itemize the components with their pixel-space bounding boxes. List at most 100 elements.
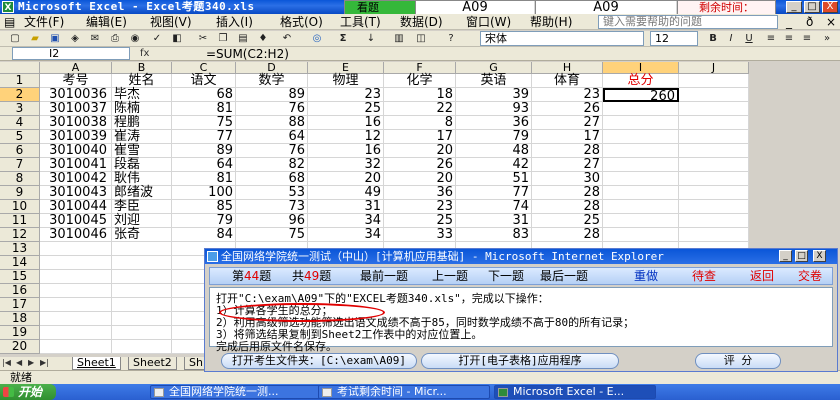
- table-cell[interactable]: 陈楠: [112, 102, 172, 116]
- table-cell[interactable]: 85: [172, 200, 236, 214]
- row-header[interactable]: 5: [0, 130, 40, 144]
- row-header[interactable]: 14: [0, 256, 40, 270]
- table-cell[interactable]: 28: [532, 186, 603, 200]
- excel-menu-icon[interactable]: ▤: [4, 15, 15, 29]
- table-cell[interactable]: 崔涛: [112, 130, 172, 144]
- table-cell[interactable]: 崔雪: [112, 144, 172, 158]
- table-cell[interactable]: [112, 270, 172, 284]
- table-cell[interactable]: [112, 242, 172, 256]
- table-cell[interactable]: [112, 340, 172, 354]
- menu-data[interactable]: 数据(D): [400, 15, 443, 29]
- table-cell[interactable]: [679, 172, 749, 186]
- table-cell[interactable]: [679, 130, 749, 144]
- table-cell[interactable]: 30: [532, 172, 603, 186]
- table-cell[interactable]: 3010045: [40, 214, 112, 228]
- formula-input[interactable]: =SUM(C2:H2): [206, 47, 289, 61]
- format-painter-icon[interactable]: ♦: [256, 32, 270, 45]
- table-cell[interactable]: 17: [532, 130, 603, 144]
- table-cell[interactable]: 25: [308, 102, 384, 116]
- table-cell[interactable]: [40, 270, 112, 284]
- table-cell[interactable]: 25: [384, 214, 456, 228]
- row-header[interactable]: 16: [0, 284, 40, 298]
- table-cell[interactable]: 3010040: [40, 144, 112, 158]
- grade-button[interactable]: 评 分: [695, 353, 781, 369]
- row-header[interactable]: 1: [0, 74, 40, 88]
- row-header[interactable]: 7: [0, 158, 40, 172]
- menu-tools[interactable]: 工具(T): [340, 15, 381, 29]
- font-size-select[interactable]: 12: [650, 31, 698, 46]
- table-cell[interactable]: [603, 186, 679, 200]
- table-cell[interactable]: [40, 256, 112, 270]
- table-cell[interactable]: 3010043: [40, 186, 112, 200]
- prev-question-button[interactable]: 上一题: [432, 268, 468, 284]
- table-cell[interactable]: 16: [308, 144, 384, 158]
- bold-icon[interactable]: B: [706, 32, 720, 45]
- column-title-cell[interactable]: 体育: [532, 74, 603, 88]
- table-cell[interactable]: 36: [384, 186, 456, 200]
- table-cell[interactable]: 郎绪波: [112, 186, 172, 200]
- tab-sheet2[interactable]: Sheet2: [128, 357, 177, 370]
- next-sheet-icon[interactable]: ▶: [28, 358, 34, 367]
- research-icon[interactable]: ◧: [170, 32, 184, 45]
- table-cell[interactable]: 28: [532, 228, 603, 242]
- table-cell[interactable]: [112, 298, 172, 312]
- table-cell[interactable]: 28: [532, 200, 603, 214]
- tab-sheet1[interactable]: Sheet1: [72, 357, 121, 370]
- table-cell[interactable]: [603, 214, 679, 228]
- dialog-maximize-button[interactable]: □: [795, 250, 808, 262]
- table-cell[interactable]: 81: [172, 172, 236, 186]
- align-right-icon[interactable]: ≡: [800, 32, 814, 45]
- table-cell[interactable]: 74: [456, 200, 532, 214]
- table-cell[interactable]: 32: [308, 158, 384, 172]
- first-question-button[interactable]: 最前一题: [360, 268, 408, 284]
- table-cell[interactable]: 3010037: [40, 102, 112, 116]
- row-header[interactable]: 3: [0, 102, 40, 116]
- row-header[interactable]: 10: [0, 200, 40, 214]
- open-folder-icon[interactable]: ▰: [28, 32, 42, 45]
- table-cell[interactable]: 23: [384, 200, 456, 214]
- column-title-cell[interactable]: 考号: [40, 74, 112, 88]
- menu-format[interactable]: 格式(O): [280, 15, 323, 29]
- table-cell[interactable]: 程鹏: [112, 116, 172, 130]
- sort-ascending-icon[interactable]: ↓: [364, 32, 378, 45]
- table-cell[interactable]: 51: [456, 172, 532, 186]
- table-cell[interactable]: [679, 88, 749, 102]
- table-cell[interactable]: [679, 74, 749, 88]
- table-cell[interactable]: 3010038: [40, 116, 112, 130]
- open-app-button[interactable]: 打开[电子表格]应用程序: [421, 353, 619, 369]
- table-cell[interactable]: 25: [532, 214, 603, 228]
- row-header[interactable]: 13: [0, 242, 40, 256]
- new-file-icon[interactable]: ▢: [8, 32, 22, 45]
- table-cell[interactable]: [112, 326, 172, 340]
- table-cell[interactable]: 75: [236, 228, 308, 242]
- toolbar-options-icon[interactable]: »: [820, 32, 834, 45]
- column-title-cell[interactable]: 物理: [308, 74, 384, 88]
- row-header[interactable]: 9: [0, 186, 40, 200]
- table-cell[interactable]: 96: [236, 214, 308, 228]
- table-cell[interactable]: [679, 144, 749, 158]
- table-cell[interactable]: 22: [384, 102, 456, 116]
- table-cell[interactable]: 93: [456, 102, 532, 116]
- row-header[interactable]: 6: [0, 144, 40, 158]
- table-cell[interactable]: [679, 214, 749, 228]
- table-cell[interactable]: 49: [308, 186, 384, 200]
- row-header[interactable]: 19: [0, 326, 40, 340]
- table-cell[interactable]: 16: [308, 116, 384, 130]
- table-cell[interactable]: 39: [456, 88, 532, 102]
- table-cell[interactable]: 36: [456, 116, 532, 130]
- first-sheet-icon[interactable]: |◀: [2, 358, 11, 367]
- review-button[interactable]: 待查: [692, 268, 716, 284]
- taskbar-item-excel[interactable]: Microsoft Excel - E...: [494, 385, 656, 399]
- paste-icon[interactable]: ▤: [236, 32, 250, 45]
- table-cell[interactable]: 3010044: [40, 200, 112, 214]
- maximize-button[interactable]: □: [804, 1, 820, 13]
- table-cell[interactable]: 100: [172, 186, 236, 200]
- font-name-select[interactable]: 宋体: [480, 31, 644, 46]
- table-cell[interactable]: 68: [172, 88, 236, 102]
- align-left-icon[interactable]: ≡: [764, 32, 778, 45]
- prev-sheet-icon[interactable]: ◀: [16, 358, 22, 367]
- back-button[interactable]: 返回: [750, 268, 774, 284]
- row-header[interactable]: 15: [0, 270, 40, 284]
- autosum-icon[interactable]: Σ: [336, 32, 350, 45]
- email-icon[interactable]: ✉: [88, 32, 102, 45]
